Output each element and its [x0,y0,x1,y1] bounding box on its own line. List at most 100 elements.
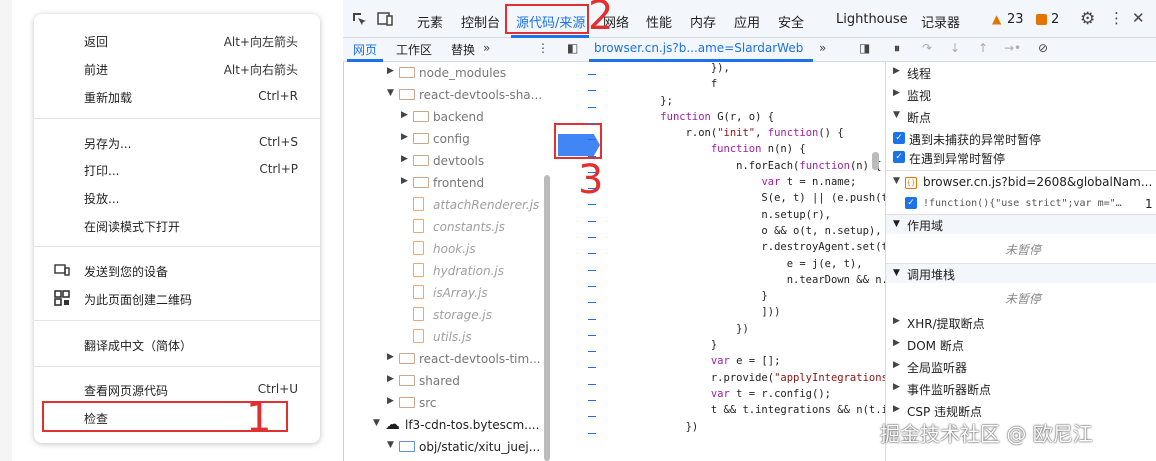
collapse-arrow-icon[interactable]: ▼ [373,418,380,428]
line-gutter-marker[interactable] [588,400,596,401]
menu-item-shortcut: Ctrl+S [258,135,298,149]
expand-arrow-icon[interactable]: ▶ [387,396,394,406]
line-gutter-marker[interactable] [588,269,596,271]
tab-lighthouse[interactable]: Lighthouse [836,12,908,27]
checkbox-checked[interactable]: ✓ [893,132,905,144]
menu-item-forward[interactable]: 前进 Alt+向右箭头 [34,55,320,83]
line-gutter-marker[interactable] [588,204,596,206]
more-files-icon[interactable]: » [819,41,826,55]
line-gutter-marker[interactable] [588,367,596,369]
menu-item-reading-mode[interactable]: 在阅读模式下打开 [34,212,320,240]
line-gutter-marker[interactable] [588,237,596,238]
expand-arrow-icon[interactable]: ▶ [387,352,394,362]
line-gutter-marker[interactable] [588,74,596,75]
file-icon [413,329,424,343]
tab-security[interactable]: 安全 [778,12,804,31]
menu-item-translate[interactable]: 翻译成中文（简体） [34,331,320,359]
line-gutter-marker[interactable] [588,383,596,385]
code-editor[interactable]: }), f }; function G(r, o) { r.on("init",… [557,62,886,461]
line-gutter-marker[interactable] [588,90,596,92]
folder-icon [399,89,415,100]
tab-console[interactable]: 控制台 [461,12,500,31]
step-icon[interactable]: →• [1004,41,1021,55]
expand-arrow-icon[interactable]: ▶ [387,66,394,76]
inspect-element-icon[interactable] [351,11,367,30]
expand-arrow-icon: ▶ [893,88,900,98]
toggle-navigator-icon[interactable]: ◧ [567,41,578,55]
annotation-number-2: 2 [588,0,614,39]
toggle-debugger-icon[interactable]: ◨ [859,41,870,55]
line-gutter-marker[interactable] [588,285,596,287]
code-line: var t = n.name; [761,176,857,189]
line-gutter-marker[interactable] [588,220,596,222]
expand-arrow-icon[interactable]: ▶ [401,154,408,164]
menu-item-label: 投放... [84,192,120,206]
more-options-icon[interactable]: ⋮ [1109,9,1124,27]
menu-item-save-as[interactable]: 另存为... Ctrl+S [34,129,320,157]
menu-item-send-to-device[interactable]: 发送到您的设备 [34,257,320,285]
step-out-icon[interactable]: ↑ [978,41,988,55]
line-gutter-marker[interactable] [588,302,596,304]
tab-recorder[interactable]: 记录器 [921,12,960,31]
menu-item-label: 翻译成中文（简体） [84,339,193,353]
tab-application[interactable]: 应用 [734,12,760,31]
collapse-arrow-icon[interactable]: ▼ [387,440,394,450]
line-gutter-marker[interactable] [588,122,596,124]
code-line: r.on("init", function() { [635,127,844,140]
line-gutter-marker[interactable] [588,416,596,418]
code-scrollbar[interactable] [872,152,879,170]
step-over-icon[interactable]: ↷ [922,41,932,55]
code-line: t && t.integrations && n(t.int [635,404,886,417]
issue-icon[interactable] [1036,14,1047,25]
checkbox-checked[interactable]: ✓ [893,151,905,163]
file-icon [413,307,424,321]
cloud-icon: ☁ [385,415,400,433]
nav-tab-overrides[interactable]: 替换 [451,41,475,58]
expand-arrow-icon[interactable]: ▶ [401,132,408,142]
menu-item-cast[interactable]: 投放... [34,184,320,212]
line-gutter-marker[interactable] [588,318,596,320]
breakpoint-entry[interactable]: ✓ !function(){"use strict";var m="… 1 [893,193,1156,215]
nav-tab-page[interactable]: 网页 [353,41,377,58]
nav-tab-workspace[interactable]: 工作区 [396,41,432,58]
close-icon[interactable]: ✕ [1132,9,1145,27]
code-line: n.forEach(function(n) { [635,159,882,172]
expand-arrow-icon[interactable]: ▶ [401,176,408,186]
section-call-stack[interactable]: ▼ 调用堆栈 [886,263,1156,283]
line-gutter-marker[interactable] [588,351,596,353]
menu-item-back[interactable]: 返回 Alt+向左箭头 [34,27,320,55]
checkbox-checked[interactable]: ✓ [905,197,917,209]
tab-performance[interactable]: 性能 [646,12,672,31]
deactivate-breakpoints-icon[interactable]: ⊘ [1038,41,1048,55]
device-toolbar-icon[interactable] [377,11,393,30]
file-tab[interactable]: browser.cn.js?b...ame=SlardarWeb [594,41,803,55]
line-gutter-marker[interactable] [588,334,596,336]
line-gutter-marker[interactable] [588,139,596,141]
pause-icon[interactable]: ⏸ [894,41,900,56]
menu-item-reload[interactable]: 重新加载 Ctrl+R [34,83,320,111]
line-gutter-marker[interactable] [588,171,596,173]
line-gutter-marker[interactable] [588,253,596,255]
collapse-arrow-icon[interactable]: ▼ [387,88,394,98]
settings-gear-icon[interactable]: ⚙ [1080,9,1095,29]
more-tabs-icon[interactable]: » [483,41,490,55]
tab-elements[interactable]: 元素 [417,12,443,31]
line-gutter-marker[interactable] [588,155,596,157]
menu-item-qr-code[interactable]: 为此页面创建二维码 [34,285,320,313]
tree-scrollbar[interactable] [544,175,550,461]
tab-memory[interactable]: 内存 [690,12,716,31]
warning-icon[interactable]: ▲ [992,12,1001,26]
line-gutter-marker[interactable] [588,106,596,108]
expand-arrow-icon[interactable]: ▶ [387,374,394,384]
navigator-menu-icon[interactable]: ⋮ [537,41,549,55]
expand-arrow-icon[interactable]: ▶ [401,110,408,120]
section-label: 调用堆栈 [907,268,956,282]
menu-item-view-source[interactable]: 查看网页源代码 Ctrl+U [34,376,320,404]
line-gutter-marker[interactable] [588,188,596,190]
section-label: 监视 [907,89,932,103]
step-into-icon[interactable]: ↓ [950,41,960,55]
tree-item-label: frontend [433,176,485,190]
section-scope[interactable]: ▼ 作用域 [886,214,1156,234]
menu-item-print[interactable]: 打印... Ctrl+P [34,156,320,184]
line-gutter-marker[interactable] [588,432,596,434]
